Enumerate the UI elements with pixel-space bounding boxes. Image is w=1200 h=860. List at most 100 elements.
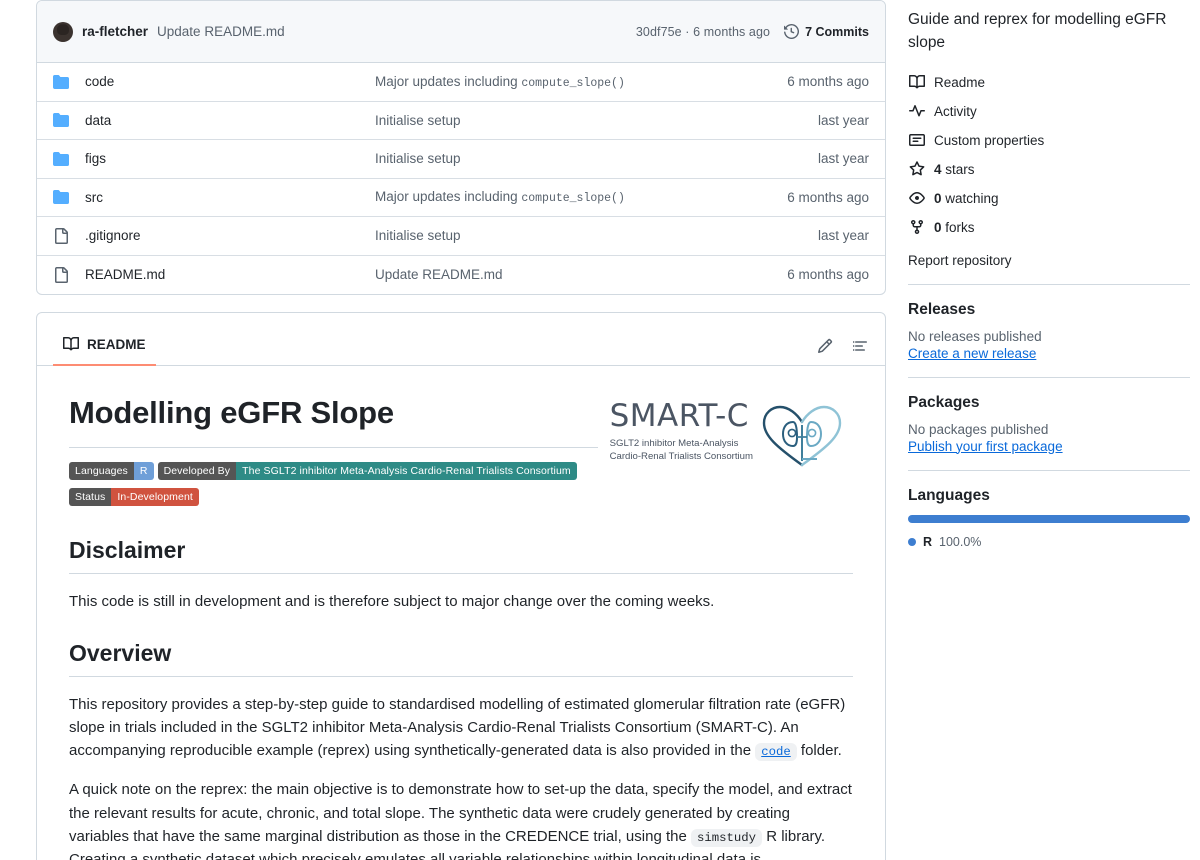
readme-content: Modelling eGFR Slope Languages R Developed… [37,366,885,860]
sidebar-item-label: 0 forks [934,219,975,235]
folder-icon [53,189,71,205]
language-legend: R 100.0% [908,535,1190,549]
file-age: 6 months ago [787,74,869,90]
file-row[interactable]: code Major updates including compute_slop… [37,63,885,102]
file-icon [53,266,71,283]
section-divider [69,675,853,677]
file-name[interactable]: .gitignore [85,228,375,243]
report-repository-link[interactable]: Report repository [908,253,1190,268]
fork-icon [908,219,925,235]
title-divider [69,446,598,448]
packages-heading: Packages [908,393,980,411]
badge-key: Languages [69,461,134,480]
sidebar-item-label: 4 stars [934,161,975,177]
commits-count-button[interactable]: 7 Commits [784,24,869,39]
folder-icon [53,112,71,128]
file-age: last year [817,112,869,128]
file-age: 6 months ago [787,267,869,283]
language-segment[interactable] [908,514,1190,523]
readme-title-row: Modelling eGFR Slope Languages R Developed… [69,394,853,510]
file-icon [53,227,71,244]
file-row[interactable]: data Initialise setup last year [37,102,885,140]
edit-pencil-icon[interactable] [817,338,833,354]
avatar[interactable] [53,21,73,42]
pulse-icon [908,103,925,119]
tab-readme-label: README [87,336,146,352]
sidebar-item-label: Custom properties [934,132,1045,148]
sidebar-item-label: 0 watching [934,190,999,206]
inline-code-link[interactable]: code [755,743,797,761]
create-release-link[interactable]: Create a new release [908,346,1190,361]
commit-author[interactable]: ra-fletcher [82,24,148,39]
readme-actions [817,338,869,365]
heart-kidney-logo-icon [762,405,842,467]
latest-commit-bar: ra-fletcher Update README.md 30df75e · 6… [37,1,885,63]
about-description: Guide and reprex for modelling eGFR slop… [908,11,1167,52]
paragraph: A quick note on the reprex: the main obj… [69,781,852,860]
publish-package-link[interactable]: Publish your first package [908,439,1190,454]
sidebar-item-activity[interactable]: Activity [908,98,1190,125]
repo-page: ra-fletcher Update README.md 30df75e · 6… [0,0,1200,860]
logo-subtitle-line2: Cardio-Renal Trialists Consortium [609,451,753,463]
language-bar[interactable] [908,514,1190,523]
page-title: Modelling eGFR Slope [69,395,394,430]
file-row[interactable]: README.md Update README.md 6 months ago [37,256,885,295]
sidebar-item-forks[interactable]: 0 forks [908,214,1190,241]
file-commit-message[interactable]: Major updates including compute_slope() [375,189,771,205]
section-heading: Overview [69,639,172,666]
status-badge: Status In-Development [69,487,199,506]
badge-value: The SGLT2 inhibitor Meta-Analysis Cardio… [236,461,577,480]
outline-list-icon[interactable] [853,338,869,354]
main-column: ra-fletcher Update README.md 30df75e · 6… [0,0,900,860]
inline-code: compute_slope() [521,192,625,206]
file-commit-message[interactable]: Initialise setup [375,228,802,243]
tab-readme[interactable]: README [53,336,156,366]
file-row[interactable]: figs Initialise setup last year [37,140,885,179]
folder-icon [53,74,71,90]
logo-wordmark: SMART-C [609,398,749,434]
file-age: last year [817,151,869,167]
packages-empty-text: No packages published [908,421,1049,437]
history-icon [784,24,800,39]
file-commit-message[interactable]: Initialise setup [375,113,802,128]
file-commit-message[interactable]: Update README.md [375,267,771,282]
commits-count-label: 7 Commits [805,24,869,39]
languages-heading: Languages [908,486,990,504]
divider-releases [908,283,1190,285]
file-browser-panel: ra-fletcher Update README.md 30df75e · 6… [36,0,886,295]
badge-list: Languages R Developed By The SGLT2 inhibito… [69,461,598,506]
file-commit-message[interactable]: Major updates including compute_slope() [375,74,771,90]
book-icon [908,74,925,90]
commit-message[interactable]: Update README.md [157,24,285,39]
file-commit-message[interactable]: Initialise setup [375,151,802,166]
file-name[interactable]: figs [85,151,375,166]
file-list: code Major updates including compute_slop… [37,63,885,294]
language-legend-item[interactable]: R 100.0% [908,535,1190,549]
file-age: last year [817,228,869,244]
sidebar-item-custom-properties[interactable]: Custom properties [908,127,1190,154]
badge-value: In-Development [111,487,199,506]
file-row[interactable]: src Major updates including compute_slope… [37,179,885,217]
file-name[interactable]: data [85,113,375,128]
file-name[interactable]: src [85,190,375,205]
repo-sidebar: Guide and reprex for modelling eGFR slop… [900,0,1200,860]
sidebar-item-readme[interactable]: Readme [908,69,1190,96]
commit-hash-and-time[interactable]: 30df75e · 6 months ago [636,25,770,39]
sidebar-item-stars[interactable]: 4 stars [908,156,1190,183]
file-row[interactable]: .gitignore Initialise setup last year [37,217,885,256]
inline-code: simstudy [690,828,763,847]
commit-meta-group: 30df75e · 6 months ago 7 Commits [636,24,869,39]
status-badge: Languages R [69,461,154,480]
star-icon [908,161,925,177]
file-name[interactable]: README.md [85,267,375,282]
file-name[interactable]: code [85,74,375,89]
eye-icon [908,190,925,206]
section-divider [69,572,853,574]
badge-value: R [133,461,154,480]
language-color-dot [908,537,916,546]
folder-icon [53,151,71,167]
inline-code: compute_slope() [521,76,625,90]
language-percent: 100.0% [939,534,982,549]
paragraph: This code is still in development and is… [69,592,715,610]
sidebar-item-watching[interactable]: 0 watching [908,185,1190,212]
